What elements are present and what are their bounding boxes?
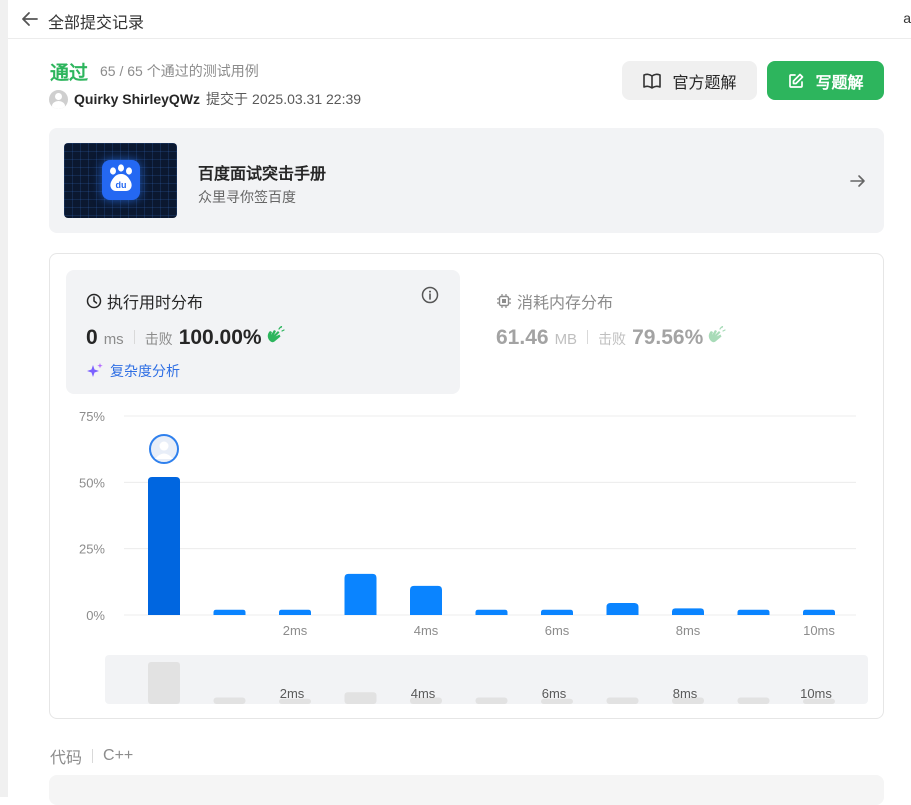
chart-bar bbox=[475, 609, 508, 615]
x-tick-label: 8ms bbox=[676, 623, 701, 638]
testcase-count: 65 / 65 个通过的测试用例 bbox=[100, 63, 259, 79]
overview-bar bbox=[213, 697, 246, 704]
x-tick-label: 4ms bbox=[414, 623, 439, 638]
promo-image: du bbox=[64, 143, 177, 218]
overview-bar bbox=[344, 692, 377, 704]
edit-icon bbox=[789, 73, 804, 88]
overview-tick-label: 10ms bbox=[800, 686, 832, 701]
submit-time: 2025.03.31 22:39 bbox=[252, 91, 362, 107]
overview-bar bbox=[606, 697, 639, 704]
chart-bar bbox=[672, 608, 704, 615]
range-overview bbox=[105, 655, 868, 704]
book-icon bbox=[643, 73, 662, 89]
baidu-logo: du bbox=[102, 160, 140, 200]
chart-bar bbox=[279, 609, 311, 615]
arrow-right-icon[interactable] bbox=[849, 172, 867, 190]
y-tick-label: 50% bbox=[79, 475, 105, 490]
chart-bar bbox=[213, 609, 246, 615]
chart-bar bbox=[344, 573, 377, 615]
overview-tick-label: 6ms bbox=[542, 686, 567, 701]
left-scroll-strip bbox=[0, 0, 8, 797]
submit-prefix: 提交于 bbox=[206, 91, 249, 107]
corner-text: a bbox=[903, 10, 911, 26]
official-solution-button[interactable]: 官方题解 bbox=[622, 61, 757, 100]
x-tick-label: 10ms bbox=[803, 623, 835, 638]
submitter-row: Quirky ShirleyQWz 提交于 2025.03.31 22:39 bbox=[49, 89, 361, 109]
x-tick-label: 2ms bbox=[283, 623, 308, 638]
distribution-card: 执行用时分布 0 ms 击败 100.00% 复杂度分析 消耗内存分布 61.4… bbox=[49, 253, 884, 719]
promo-title: 百度面试突击手册 bbox=[198, 166, 327, 183]
avatar-head bbox=[159, 441, 169, 451]
runtime-distribution-chart[interactable]: 0% 25% 50% 75% 2ms 4ms 6ms 8ms 10ms 2ms 4ms 6ms 8ms 1… bbox=[50, 254, 883, 718]
y-tick-label: 25% bbox=[79, 542, 105, 557]
overview-tick-label: 4ms bbox=[411, 686, 436, 701]
y-tick-label: 75% bbox=[79, 409, 105, 424]
code-header: 代码 C++ bbox=[50, 744, 133, 768]
overview-bar bbox=[475, 697, 508, 704]
overview-tick-label: 8ms bbox=[673, 686, 698, 701]
avatar[interactable] bbox=[49, 89, 68, 109]
svg-text:du: du bbox=[116, 180, 127, 190]
promo-subtitle: 众里寻你签百度 bbox=[198, 189, 296, 205]
y-tick-label: 0% bbox=[86, 608, 105, 623]
back-arrow-icon[interactable] bbox=[20, 9, 40, 29]
username[interactable]: Quirky ShirleyQWz bbox=[74, 91, 200, 107]
code-language[interactable]: C++ bbox=[103, 747, 133, 765]
page-title[interactable]: 全部提交记录 bbox=[48, 9, 144, 33]
overview-tick-label: 2ms bbox=[280, 686, 305, 701]
chart-bar bbox=[148, 477, 180, 615]
official-solution-label: 官方题解 bbox=[672, 74, 737, 92]
code-label: 代码 bbox=[50, 750, 83, 767]
chart-bar bbox=[541, 609, 573, 615]
overview-bar bbox=[737, 697, 770, 704]
overview-bar bbox=[148, 662, 180, 704]
code-block bbox=[49, 775, 884, 805]
chart-bar bbox=[606, 603, 639, 615]
divider bbox=[92, 749, 94, 763]
top-bar: 全部提交记录 a bbox=[8, 0, 911, 39]
promo-banner[interactable]: du 百度面试突击手册 众里寻你签百度 bbox=[49, 128, 884, 233]
write-solution-button[interactable]: 写题解 bbox=[767, 61, 884, 100]
chart-bar bbox=[410, 585, 442, 615]
status-accepted: 通过 bbox=[50, 63, 89, 84]
chart-bar bbox=[803, 609, 835, 615]
write-solution-label: 写题解 bbox=[815, 74, 864, 92]
x-tick-label: 6ms bbox=[545, 623, 570, 638]
chart-bar bbox=[737, 609, 770, 615]
